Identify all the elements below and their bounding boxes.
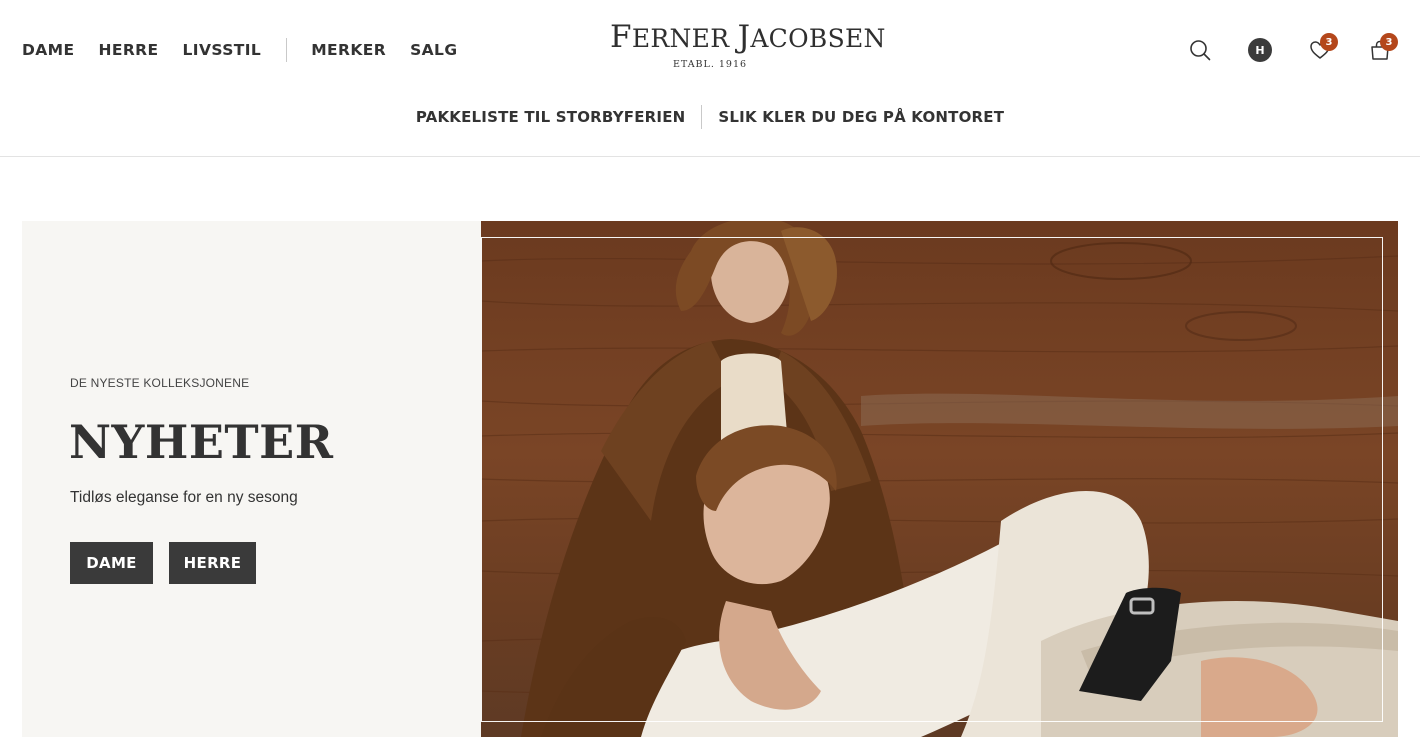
account-button[interactable]: H xyxy=(1246,36,1274,64)
hero-subtitle: Tidløs eleganse for en ny sesong xyxy=(70,489,298,506)
nav-herre[interactable]: HERRE xyxy=(98,41,158,59)
search-button[interactable] xyxy=(1186,36,1214,64)
hero-photo-illustration xyxy=(481,221,1398,737)
nav-livsstil[interactable]: LIVSSTIL xyxy=(183,41,262,59)
hero-eyebrow: DE NYESTE KOLLEKSJONENE xyxy=(70,376,250,390)
hero-dame-button[interactable]: DAME xyxy=(70,542,153,584)
avatar-icon: H xyxy=(1248,38,1272,62)
logo-established: ETABL. 1916 xyxy=(672,59,748,70)
hero-image[interactable] xyxy=(481,221,1398,737)
search-icon xyxy=(1190,40,1211,61)
wishlist-count-badge: 3 xyxy=(1320,33,1338,51)
hero-banner: DE NYESTE KOLLEKSJONENE NYHETER Tidløs e… xyxy=(22,221,1398,737)
main-nav: DAME HERRE LIVSSTIL MERKER SALG xyxy=(22,38,481,62)
cart-count-badge: 3 xyxy=(1380,33,1398,51)
brand-logo[interactable]: FERNER JACOBSEN ETABL. 1916 xyxy=(610,19,886,70)
nav-dame[interactable]: DAME xyxy=(22,41,74,59)
sub-nav-divider xyxy=(701,105,703,129)
hero-text-panel: DE NYESTE KOLLEKSJONENE NYHETER Tidløs e… xyxy=(22,221,481,737)
nav-merker[interactable]: MERKER xyxy=(311,41,386,59)
cart-button[interactable]: 3 xyxy=(1366,33,1398,64)
hero-herre-button[interactable]: HERRE xyxy=(169,542,256,584)
hero-title: NYHETER xyxy=(69,415,334,469)
sub-nav-packing-list[interactable]: PAKKELISTE TIL STORBYFERIEN xyxy=(416,108,686,126)
nav-divider xyxy=(286,38,288,62)
logo-wordmark: FERNER JACOBSEN xyxy=(610,19,886,55)
sub-nav-office-dress[interactable]: SLIK KLER DU DEG PÅ KONTORET xyxy=(718,108,1004,126)
nav-salg[interactable]: SALG xyxy=(410,41,457,59)
wishlist-button[interactable]: 3 xyxy=(1306,33,1338,64)
campaign-nav: PAKKELISTE TIL STORBYFERIEN SLIK KLER DU… xyxy=(0,104,1420,130)
site-header: DAME HERRE LIVSSTIL MERKER SALG FERNER J… xyxy=(0,0,1420,157)
